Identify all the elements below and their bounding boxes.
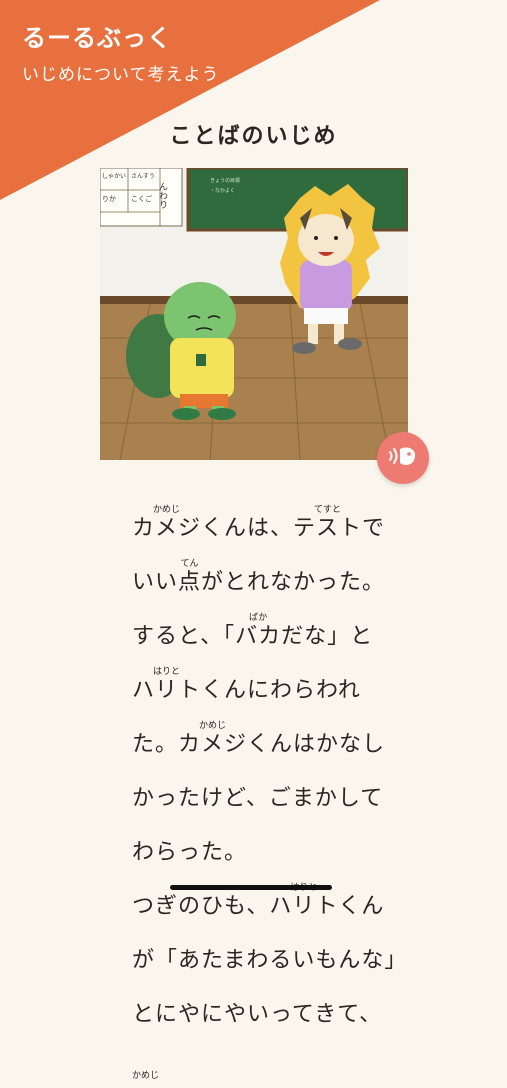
section-subtitle: いじめについて考えよう (22, 65, 220, 85)
svg-text:・なかよく: ・なかよく (210, 187, 235, 194)
story-line: つぎのひも、はりとハリトくん (132, 872, 392, 926)
furigana: かめじ (153, 505, 181, 515)
story-line: いい てん点がとれなかった。 (132, 548, 392, 602)
classroom-scene: きょうの目標 ・なかよく しゃかい さんすう りか こくご んわり (99, 166, 410, 461)
ruby-base: ハリト (269, 894, 339, 919)
story-text-segment: で (362, 516, 386, 541)
story-text-segment: とにやにやいってきて、 (132, 1002, 383, 1027)
audio-play-button[interactable] (377, 432, 429, 484)
ruby-text: はりとハリト (132, 666, 201, 704)
story-illustration: きょうの目標 ・なかよく しゃかい さんすう りか こくご んわり (99, 166, 410, 461)
story-line: わらった。 (132, 818, 392, 872)
story-line: かめじ カメジ くんは、 てすと テストで (132, 494, 392, 548)
ruby-base: ハリト (132, 678, 202, 703)
ruby-text: てん点 (178, 558, 201, 596)
story-text-segment: がとれなかった。 (201, 570, 386, 595)
story-text-segment: すると、「 (132, 624, 236, 649)
ruby-text: かめじ カメジ (178, 720, 247, 758)
ruby-base: カメジ (178, 732, 248, 757)
ruby-text: かめじ カメジ (132, 504, 201, 542)
furigana: ばか (249, 613, 268, 623)
ruby-text: ばか バカ (235, 612, 281, 650)
story-line: とにやにやいってきて、 (132, 980, 392, 1034)
furigana: てん (180, 559, 199, 569)
story-text-segment: が「あたまわるいもんな」 (132, 948, 408, 973)
story-text: かめじ カメジ くんは、 てすと テストでいい てん点がとれなかった。 すると、「 ばか バカだ… (132, 494, 406, 1088)
speaker-icon (388, 443, 418, 473)
story-text-segment: だな」と (281, 624, 374, 649)
story-text-segment: かったけど、ごまかして (132, 786, 384, 811)
story-text-segment: いい (132, 570, 179, 595)
home-indicator (170, 885, 332, 890)
board-word: しゃかい (102, 173, 126, 180)
ruby-text: てすと テスト (293, 504, 362, 542)
story-text-segment: くん (338, 894, 385, 919)
board-word: こくご (131, 194, 152, 203)
svg-text:きょうの目標: きょうの目標 (210, 177, 240, 184)
story-line: はりと ハリト くんにわらわれ (132, 656, 392, 710)
story-text-segment: つぎのひも、 (132, 894, 270, 919)
story-line: た。 かめじ カメジ くんはかなし (132, 710, 392, 764)
story-line: かめじ (132, 1034, 392, 1088)
board-chars: んわり (157, 182, 168, 209)
board-word: さんすう (131, 173, 155, 180)
story-line: かったけど、ごまかして (132, 764, 392, 818)
app-logo[interactable]: るーるぶっく (22, 18, 172, 53)
story-text-segment: くんにわらわれ (201, 678, 361, 703)
ruby-text: かめじ (132, 1070, 159, 1082)
story-line: すると、「 ばか バカ だな」と (132, 602, 392, 656)
ruby-base: 点 (178, 570, 202, 595)
page-title: ことばのいじめ (169, 124, 338, 149)
furigana: かめじ (132, 1071, 160, 1081)
story-text-segment: くんは、 (201, 516, 294, 541)
ruby-base: カメジ (132, 516, 202, 541)
furigana: てすと (314, 505, 342, 515)
story-text-segment: た。 (132, 732, 179, 757)
ruby-base: バカ (235, 624, 282, 649)
board-word: りか (102, 195, 116, 203)
ruby-base: テスト (293, 516, 363, 541)
story-text-segment: わらった。 (132, 840, 248, 865)
story-text-segment: くんはかなし (247, 732, 386, 757)
furigana: かめじ (199, 721, 227, 731)
furigana: はりと (153, 667, 181, 677)
story-line: が「あたまわるいもんな」 (132, 926, 406, 980)
